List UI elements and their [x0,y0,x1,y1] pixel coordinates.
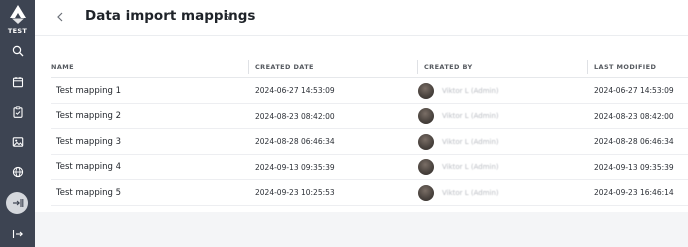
table-row[interactable]: Test mapping 2 2024-08-23 08:42:00 Vikto… [51,104,688,130]
avatar [418,133,434,150]
sidebar-item-import[interactable] [0,193,35,213]
mappings-table: NAME CREATED DATE CREATED BY LAST MODIFI… [51,56,688,206]
sidebar: TEST [0,0,35,247]
created-by-name: Viktor L (Admin) [442,86,499,95]
sidebar-item-calendar[interactable] [0,72,35,92]
created-by-name: Viktor L (Admin) [442,163,499,172]
created-by: Viktor L (Admin) [418,129,499,155]
last-modified: 2024-09-13 09:35:39 [594,162,674,172]
sidebar-item-media[interactable] [0,132,35,152]
column-divider[interactable] [417,60,418,74]
page-header: Data import mappings 5 [35,0,688,36]
column-header-created-date[interactable]: CREATED DATE [255,63,314,71]
globe-icon [12,166,23,178]
created-date: 2024-08-23 08:42:00 [255,111,335,121]
avatar [418,82,434,99]
app-logo[interactable]: TEST [0,4,35,35]
search-icon [12,45,23,57]
column-divider[interactable] [248,60,249,74]
created-date: 2024-06-27 14:53:09 [255,86,335,96]
import-icon [12,199,23,207]
mapping-name[interactable]: Test mapping 2 [56,104,121,130]
table-row[interactable]: Test mapping 4 2024-09-13 09:35:39 Vikto… [51,155,688,181]
item-count: 5 [225,13,230,22]
last-modified: 2024-08-23 08:42:00 [594,111,674,121]
created-by: Viktor L (Admin) [418,180,499,206]
created-by: Viktor L (Admin) [418,78,499,104]
mapping-name[interactable]: Test mapping 3 [56,129,121,155]
env-label: TEST [7,27,28,35]
table-row[interactable]: Test mapping 3 2024-08-28 06:46:34 Vikto… [51,129,688,155]
table-header: NAME CREATED DATE CREATED BY LAST MODIFI… [51,56,688,78]
sidebar-item-logout[interactable] [0,224,35,244]
table-row[interactable]: Test mapping 5 2024-09-23 10:25:53 Vikto… [51,180,688,206]
main-panel: Data import mappings 5 NAME CREATED DATE… [35,0,688,247]
sidebar-item-tasks[interactable] [0,102,35,122]
image-icon [12,137,23,147]
column-header-last-modified[interactable]: LAST MODIFIED [594,63,656,71]
column-header-created-by[interactable]: CREATED BY [424,63,473,71]
mapping-name[interactable]: Test mapping 4 [56,155,121,181]
column-header-name[interactable]: NAME [51,63,74,71]
last-modified: 2024-08-28 06:46:34 [594,137,674,147]
table-row[interactable]: Test mapping 1 2024-06-27 14:53:09 Vikto… [51,78,688,104]
calendar-icon [12,77,23,88]
logout-icon [12,230,23,238]
avatar [418,159,434,176]
last-modified: 2024-09-23 16:46:14 [594,188,674,198]
sidebar-item-global[interactable] [0,162,35,182]
created-date: 2024-09-13 09:35:39 [255,162,335,172]
table-footer-area [35,212,688,247]
avatar [418,108,434,125]
sidebar-item-search[interactable] [0,41,35,61]
back-button[interactable] [52,9,68,25]
created-date: 2024-09-23 10:25:53 [255,188,335,198]
mapping-name[interactable]: Test mapping 5 [56,180,121,206]
column-divider[interactable] [587,60,588,74]
logo-icon [9,5,26,24]
created-date: 2024-08-28 06:46:34 [255,137,335,147]
created-by: Viktor L (Admin) [418,155,499,181]
created-by-name: Viktor L (Admin) [442,137,499,146]
avatar [418,184,434,201]
chevron-left-icon [57,12,63,22]
last-modified: 2024-06-27 14:53:09 [594,86,674,96]
created-by-name: Viktor L (Admin) [442,188,499,197]
clipboard-check-icon [12,106,23,118]
created-by: Viktor L (Admin) [418,104,499,130]
created-by-name: Viktor L (Admin) [442,112,499,121]
mapping-name[interactable]: Test mapping 1 [56,78,121,104]
